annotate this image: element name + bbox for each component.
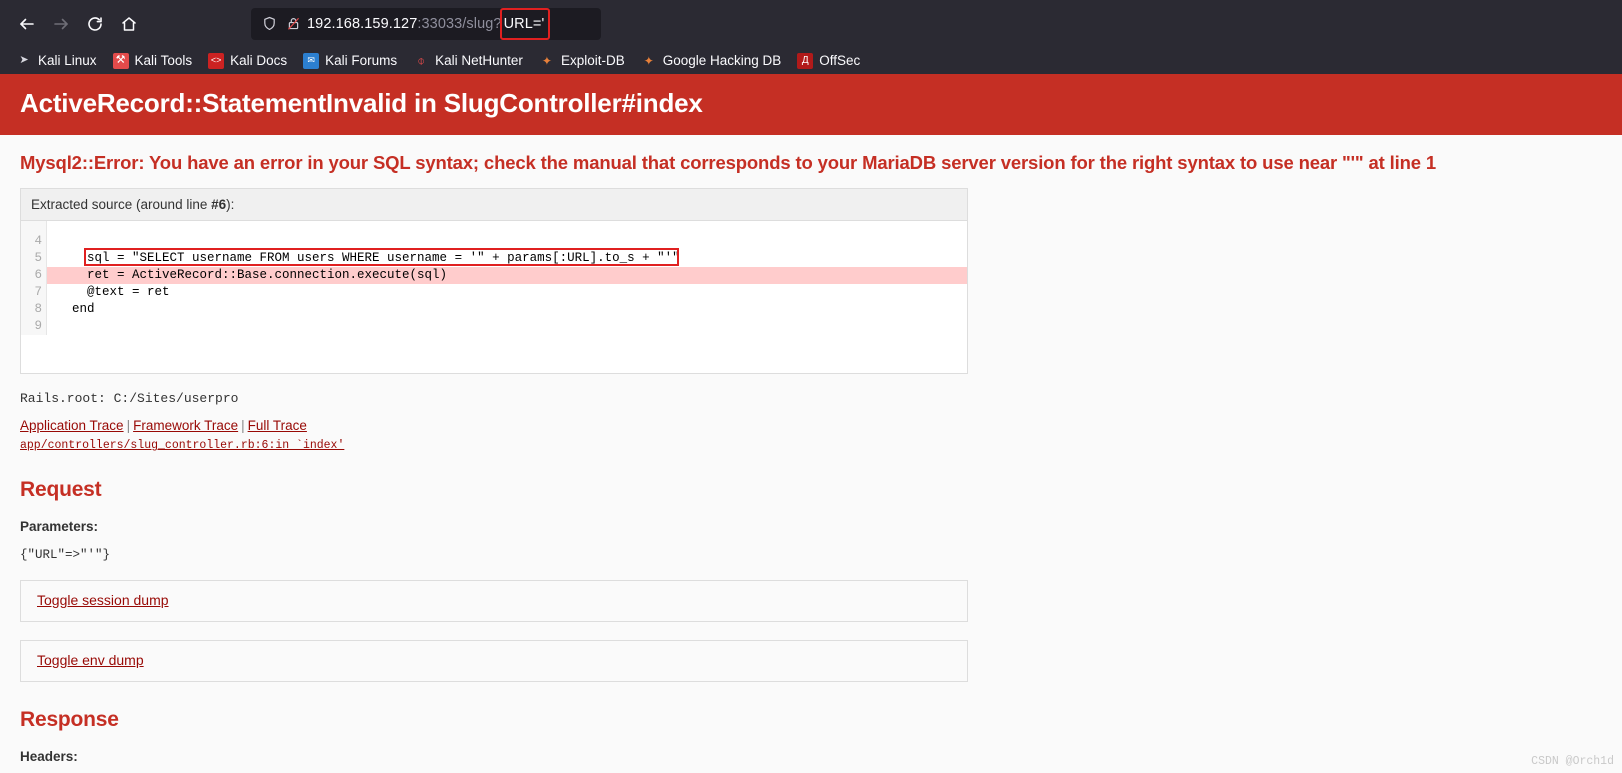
parameters-value: {"URL"=>"'"} [20, 548, 111, 562]
line-number: 6 [34, 268, 42, 282]
tools-icon: ⚒ [112, 52, 129, 69]
line-number-gutter: 4 5 6 7 8 9 [21, 221, 47, 335]
forums-icon: ✉ [303, 52, 320, 69]
bookmark-label: Kali Tools [134, 53, 193, 68]
bookmark-label: Exploit-DB [560, 53, 625, 68]
code-lines: sql = "SELECT username FROM users WHERE … [47, 221, 967, 335]
bookmark-label: Google Hacking DB [662, 53, 782, 68]
full-trace-link[interactable]: Full Trace [248, 418, 307, 433]
google-hacking-db-icon: ✦ [643, 53, 654, 68]
source-header-prefix: Extracted source (around line [31, 197, 212, 212]
browser-toolbar: 192.168.159.127:33033/slug? URL=' [0, 0, 1622, 47]
bookmark-label: Kali Docs [230, 53, 288, 68]
response-section-title: Response [20, 708, 119, 731]
shield-icon[interactable] [259, 14, 279, 34]
code-line: @text = ret [57, 285, 170, 299]
trace-path: app/controllers/slug_controller.rb:6:in … [20, 439, 345, 452]
rails-root: Rails.root: C:/Sites/userpro [20, 391, 239, 406]
line-number: 9 [34, 319, 42, 333]
env-dump-box[interactable]: Toggle env dump [20, 640, 968, 682]
trace-separator: | [126, 418, 131, 433]
url-query-highlight: URL=' [499, 7, 551, 40]
toggle-session-dump-link[interactable]: Toggle session dump [37, 592, 169, 608]
code-line: end [57, 302, 95, 316]
toggle-env-dump-link[interactable]: Toggle env dump [37, 652, 144, 668]
error-banner: ActiveRecord::StatementInvalid in SlugCo… [0, 74, 1622, 135]
lock-broken-icon[interactable] [283, 14, 303, 34]
bookmark-kali-forums[interactable]: ✉ Kali Forums [295, 50, 405, 72]
extracted-source-header: Extracted source (around line #6): [21, 189, 967, 221]
bookmark-label: OffSec [819, 53, 861, 68]
url-host: 192.168.159.127 [307, 15, 418, 32]
request-section-title: Request [20, 478, 102, 501]
line-number: 8 [34, 302, 42, 316]
line-number: 4 [34, 234, 42, 248]
application-trace-link[interactable]: Application Trace [20, 418, 124, 433]
extracted-source-box: Extracted source (around line #6): 4 5 6… [20, 188, 968, 374]
trace-separator: | [241, 418, 245, 433]
bookmark-exploit-db[interactable]: ✦ Exploit-DB [531, 50, 633, 72]
bookmark-kali-nethunter[interactable]: ⌽ Kali NetHunter [405, 50, 531, 72]
watermark: CSDN @Orch1d [1531, 755, 1614, 768]
source-header-suffix: ): [226, 197, 235, 212]
reload-button[interactable] [78, 7, 112, 41]
trace-links: Application Trace | Framework Trace | Full T… [0, 406, 1622, 433]
bookmark-google-hacking-db[interactable]: ✦ Google Hacking DB [633, 50, 790, 72]
session-dump-box[interactable]: Toggle session dump [20, 580, 968, 622]
framework-trace-link[interactable]: Framework Trace [133, 418, 238, 433]
home-button[interactable] [112, 7, 146, 41]
headers-label: Headers: [20, 749, 78, 764]
offsec-icon: Д [797, 52, 814, 69]
forward-button[interactable] [44, 7, 78, 41]
bookmark-label: Kali Forums [325, 53, 398, 68]
line-number: 5 [34, 251, 42, 265]
parameters-label: Parameters: [20, 519, 99, 534]
bookmark-label: Kali Linux [38, 53, 97, 68]
nethunter-icon: ⌽ [417, 53, 426, 68]
dragon-icon: ➤ [19, 54, 29, 66]
code-line-error: ret = ActiveRecord::Base.connection.exec… [47, 267, 967, 284]
url-text[interactable]: 192.168.159.127:33033/slug? URL=' [307, 7, 551, 40]
bookmark-kali-tools[interactable]: ⚒ Kali Tools [105, 50, 201, 72]
bookmark-kali-linux[interactable]: ➤ Kali Linux [8, 50, 105, 72]
source-header-line: #6 [211, 197, 227, 212]
code-line-highlighted-box: sql = "SELECT username FROM users WHERE … [47, 248, 967, 267]
url-bar[interactable]: 192.168.159.127:33033/slug? URL=' [251, 7, 601, 40]
bookmark-offsec[interactable]: Д OffSec [789, 50, 868, 72]
back-button[interactable] [10, 7, 44, 41]
url-path: :33033/slug? [417, 15, 502, 32]
bookmark-label: Kali NetHunter [435, 53, 523, 68]
bookmark-kali-docs[interactable]: <> Kali Docs [200, 50, 295, 72]
error-page: ActiveRecord::StatementInvalid in SlugCo… [0, 74, 1622, 773]
line-number: 7 [34, 285, 42, 299]
docs-icon: <> [208, 52, 225, 69]
error-message: Mysql2::Error: You have an error in your… [20, 152, 1437, 173]
code-area: 4 5 6 7 8 9 sql = "SELECT username FROM … [21, 221, 967, 373]
exploit-db-icon: ✦ [541, 53, 552, 68]
bookmarks-bar: ➤ Kali Linux ⚒ Kali Tools <> Kali Docs ✉… [0, 47, 1622, 74]
